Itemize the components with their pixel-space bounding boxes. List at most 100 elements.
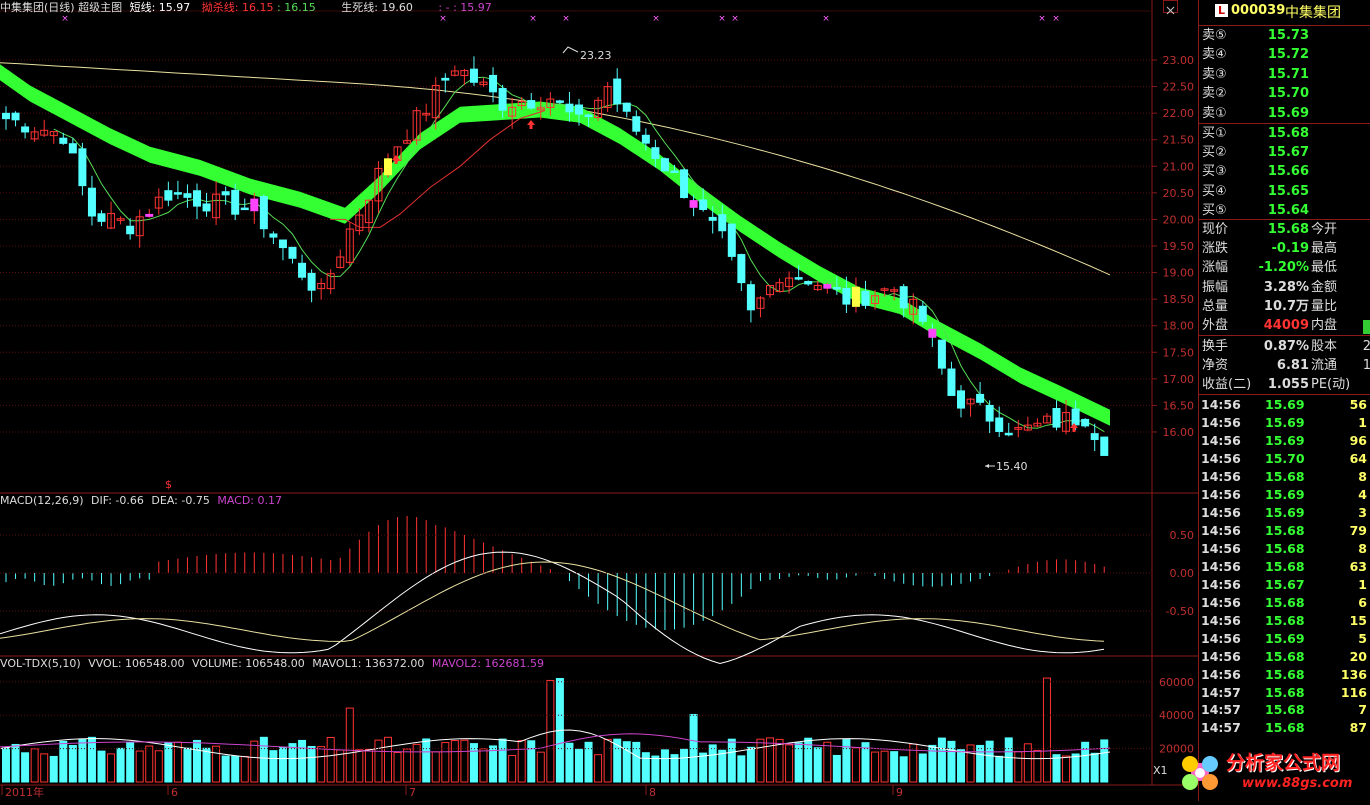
life-line-label: 生死线: 19.60: [341, 1, 413, 14]
candle-body: [1052, 408, 1061, 428]
candle-body: [384, 158, 392, 176]
vol-bar: [813, 747, 822, 783]
row-label: 涨跌: [1202, 241, 1229, 257]
tick-row: 14:56 15.68 136: [1199, 666, 1370, 684]
row-label-2: PE(动): [1311, 377, 1351, 392]
vol-bar: [498, 738, 507, 783]
candle-body: [307, 272, 316, 291]
vol-bar: [202, 747, 211, 783]
candle-body: [1081, 418, 1090, 427]
row-value: 6.81: [1276, 358, 1309, 373]
row-label: 净资: [1202, 358, 1229, 373]
watermark-url: www.88gs.com: [1242, 776, 1353, 791]
candle-body: [718, 214, 727, 232]
vol-bar: [278, 746, 287, 783]
tick-row: 14:56 15.68 79: [1199, 522, 1370, 540]
vol-axis-label: 40000: [1159, 709, 1194, 722]
row-value: 15.68: [1267, 126, 1309, 141]
candle-body: [87, 187, 96, 217]
candle-body: [11, 112, 20, 121]
x-axis-label: 8: [649, 786, 656, 799]
tick-price: 15.68: [1265, 558, 1305, 574]
candle-body: [469, 68, 478, 83]
tick-time: 14:56: [1201, 558, 1241, 574]
up-arrow-icon: [527, 120, 535, 129]
macd-axis-label: -0.50: [1166, 605, 1194, 618]
row-value: 15.67: [1267, 145, 1309, 161]
quote-row: 买② 15.67: [1199, 143, 1370, 162]
vol-bar: [250, 740, 259, 783]
tick-price: 15.68: [1265, 720, 1305, 736]
price-tick-label: 23.00: [1163, 54, 1195, 67]
watermark-text: 分析家公式网: [1226, 752, 1341, 774]
price-tick-label: 18.00: [1163, 320, 1195, 333]
row-value: 0.87%: [1263, 339, 1309, 354]
vol-bar: [880, 750, 889, 783]
vol-bar: [536, 751, 545, 783]
vol-bar: [364, 748, 373, 783]
kline-chart[interactable]: 23.00 22.50 22.00 21.50 21.00 20.50 20.00 19.50…: [0, 0, 1198, 801]
price-tick-label: 20.50: [1163, 187, 1195, 200]
vol-bar: [976, 744, 985, 783]
tick-volume: 8: [1358, 468, 1367, 484]
tick-time: 14:56: [1201, 612, 1241, 628]
vol-bar: [985, 740, 994, 783]
tick-row: 14:56 15.69 56: [1199, 396, 1370, 414]
candle-body: [1004, 432, 1013, 436]
quote-panel: L 000039 中集集团 卖⑤ 15.73 卖④ 15.72 卖③ 15.71 卖② 15.…: [1198, 0, 1370, 801]
row-label: 卖③: [1202, 66, 1227, 82]
candle-body: [737, 254, 746, 284]
vol-bar: [298, 739, 307, 783]
scroll-marker[interactable]: [1363, 320, 1370, 334]
candle-body: [202, 203, 211, 212]
tick-row: 14:56 15.68 8: [1199, 468, 1370, 486]
tick-price: 15.69: [1265, 486, 1305, 502]
vol-bar: [851, 747, 860, 783]
quote-title: L 000039 中集集团: [1199, 0, 1370, 24]
candle-body: [231, 189, 240, 215]
close-button[interactable]: [1163, 0, 1178, 15]
watermark-logo: 分析家公式网 www.88gs.com: [1172, 742, 1370, 801]
row-value: 3.28%: [1263, 279, 1309, 295]
vol-bar: [384, 736, 392, 783]
vol-bar: [1090, 752, 1099, 783]
quote-row: 净资 6.81 流通 1: [1199, 356, 1370, 375]
candle-body: [269, 233, 278, 238]
tick-row: 14:56 15.70 64: [1199, 450, 1370, 468]
tick-row: 14:56 15.69 96: [1199, 432, 1370, 450]
kill-line-label: 拗杀线: 16.15: [201, 1, 274, 14]
candle-body: [527, 100, 536, 109]
row-label: 买①: [1202, 126, 1227, 141]
chart-canvas[interactable]: 23.00 22.50 22.00 21.50 21.00 20.50 20.00 19.50…: [0, 0, 1198, 801]
row-value: 15.72: [1267, 47, 1309, 63]
quote-row: 总量 10.7万 量比: [1199, 297, 1370, 316]
tick-time: 14:56: [1201, 486, 1241, 502]
vol-bar: [460, 739, 469, 783]
tick-time: 14:56: [1201, 594, 1241, 610]
x-axis-label: 7: [409, 786, 416, 799]
row-label-2: 最高: [1311, 241, 1338, 257]
l2-icon: L: [1215, 4, 1228, 17]
vol-bar: [221, 755, 230, 783]
signal-x-marker: ×: [61, 14, 69, 24]
candle-body: [641, 134, 650, 144]
vol-bar: [699, 752, 708, 783]
vol-bar: [756, 738, 765, 783]
row-label: 买②: [1202, 145, 1227, 161]
macd-value: MACD: 0.17: [217, 494, 282, 507]
candle-body: [441, 77, 450, 81]
tick-time: 14:56: [1201, 576, 1241, 592]
quote-row: 买③ 15.66: [1199, 162, 1370, 181]
candle-body: [126, 225, 135, 235]
tick-volume: 116: [1340, 684, 1367, 700]
candle-body: [21, 126, 30, 133]
quote-row: 买④ 15.65: [1199, 182, 1370, 201]
row-label-2: 金额: [1311, 279, 1338, 295]
vol-bar: [785, 744, 794, 783]
buy-arrows: [392, 120, 1078, 432]
vol-bar: [345, 707, 354, 783]
short-line-label: 短线: 15.97: [129, 1, 191, 14]
candle-body: [575, 104, 583, 115]
candle-body: [240, 207, 249, 211]
tick-time: 14:56: [1201, 397, 1241, 412]
